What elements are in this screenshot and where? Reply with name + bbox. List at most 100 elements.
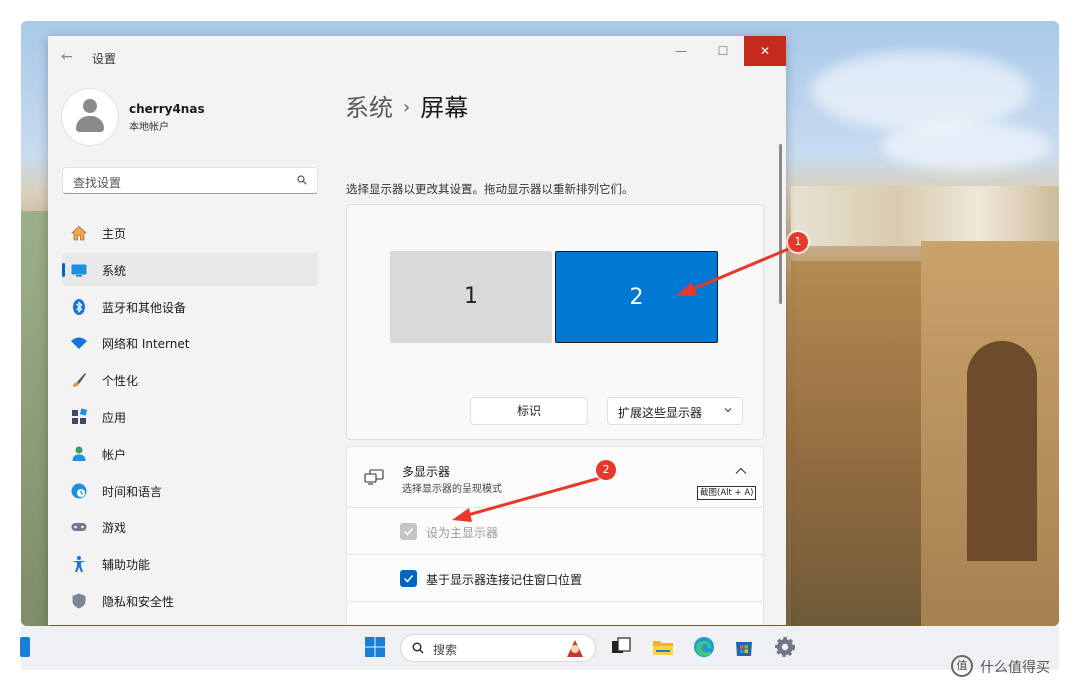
- search-icon: [297, 175, 307, 185]
- wifi-icon: [71, 337, 87, 350]
- brush-icon: [73, 373, 86, 388]
- user-profile[interactable]: cherry4nas 本地帐户: [62, 89, 312, 147]
- chevron-up-icon: [735, 467, 747, 474]
- search-placeholder: 查找设置: [73, 176, 122, 190]
- taskbar-search-label: 搜索: [433, 643, 458, 657]
- multi-display-subtitle: 选择显示器的呈现模式: [402, 484, 502, 495]
- bridge-arch: [967, 341, 1037, 561]
- sidebar-item-accessibility[interactable]: 辅助功能: [62, 547, 318, 580]
- primary-display-label: 设为主显示器: [426, 526, 499, 540]
- extend-displays-dropdown[interactable]: 扩展这些显示器: [607, 397, 743, 425]
- monitor-1[interactable]: 1: [390, 251, 552, 343]
- sidebar-item-label: 辅助功能: [102, 558, 151, 573]
- multiple-monitors-icon: [364, 469, 384, 485]
- search-highlight-icon: [567, 640, 583, 657]
- taskbar-search[interactable]: 搜索: [400, 634, 596, 662]
- left-landscape: [21, 211, 51, 626]
- multi-display-header[interactable]: 多显示器 选择显示器的呈现模式 截图(Alt + A): [346, 446, 764, 508]
- chevron-down-icon: [724, 408, 732, 413]
- sidebar-item-personalization[interactable]: 个性化: [62, 363, 318, 396]
- account-type: 本地帐户: [129, 122, 169, 133]
- extend-displays-label: 扩展这些显示器: [618, 406, 703, 420]
- sidebar-nav: 主页 系统 蓝牙和其他设备 网络和 Internet 个性化 应用 帐户 时间和…: [62, 216, 318, 621]
- sidebar-item-apps[interactable]: 应用: [62, 400, 318, 433]
- option-row: 设为主显示器: [346, 508, 764, 555]
- gamepad-icon: [71, 523, 87, 532]
- monitor-2[interactable]: 2: [555, 251, 718, 343]
- clock-globe-icon: [71, 483, 87, 499]
- multi-display-section: 多显示器 选择显示器的呈现模式 截图(Alt + A) 设为主显示器 基于显示器…: [346, 446, 764, 625]
- breadcrumb-separator: ›: [403, 97, 411, 118]
- person-icon: [72, 446, 86, 461]
- screenshot-shortcut-tooltip: 截图(Alt + A): [697, 486, 757, 500]
- close-button[interactable]: ✕: [744, 36, 786, 66]
- app-title: 设置: [92, 52, 117, 66]
- display-description: 选择显示器以更改其设置。拖动显示器以重新排列它们。: [346, 182, 634, 196]
- sidebar-item-label: 主页: [102, 227, 127, 241]
- user-name: cherry4nas: [129, 102, 205, 116]
- remember-window-location-checkbox[interactable]: [400, 570, 417, 587]
- monitor-icon: [71, 264, 87, 277]
- bluetooth-icon: [73, 298, 85, 315]
- avatar: [62, 89, 118, 145]
- settings-gear-icon[interactable]: [773, 635, 797, 659]
- cloud: [811, 51, 1031, 131]
- option-row-partial: [346, 602, 764, 625]
- edge-browser-icon[interactable]: [692, 635, 716, 659]
- watermark-text: 什么值得买: [980, 660, 1050, 676]
- screenshot-frame: ← 设置 — ☐ ✕ cherry4nas 本地帐户 查找设置 主页 系统 蓝牙…: [21, 21, 1059, 626]
- accessibility-icon: [72, 556, 86, 573]
- sidebar-item-label: 网络和 Internet: [102, 337, 190, 352]
- watermark-logo: 值: [951, 655, 973, 677]
- remember-window-location-label: 基于显示器连接记住窗口位置: [426, 573, 583, 587]
- file-explorer-icon[interactable]: [651, 635, 675, 659]
- sidebar-item-time-language[interactable]: 时间和语言: [62, 474, 318, 507]
- sidebar-item-label: 系统: [102, 263, 127, 278]
- search-icon: [412, 642, 424, 654]
- breadcrumb-parent[interactable]: 系统: [345, 94, 393, 122]
- sidebar-item-bluetooth[interactable]: 蓝牙和其他设备: [62, 290, 318, 323]
- checkmark-icon: [403, 575, 414, 583]
- title-bar: ← 设置 — ☐ ✕: [48, 36, 786, 78]
- sidebar-item-gaming[interactable]: 游戏: [62, 510, 318, 543]
- minimize-button[interactable]: —: [660, 36, 702, 66]
- checkmark-icon: [403, 528, 414, 536]
- avatar-body: [76, 116, 104, 132]
- sidebar-item-network[interactable]: 网络和 Internet: [62, 326, 318, 359]
- home-icon: [71, 226, 87, 241]
- sidebar-item-label: 应用: [102, 410, 127, 425]
- taskbar-left-edge[interactable]: [20, 637, 30, 657]
- active-indicator: [62, 262, 65, 277]
- cloud: [881, 121, 1051, 171]
- sidebar-item-system[interactable]: 系统: [62, 252, 318, 286]
- task-view-icon[interactable]: [609, 635, 633, 659]
- sidebar-item-label: 蓝牙和其他设备: [102, 300, 187, 315]
- maximize-button[interactable]: ☐: [702, 36, 744, 66]
- annotation-badge-2: 2: [596, 460, 616, 480]
- settings-window: ← 设置 — ☐ ✕ cherry4nas 本地帐户 查找设置 主页 系统 蓝牙…: [48, 36, 786, 625]
- sidebar-item-privacy[interactable]: 隐私和安全性: [62, 584, 318, 617]
- sidebar-item-accounts[interactable]: 帐户: [62, 437, 318, 470]
- page-title: 屏幕: [420, 94, 469, 122]
- annotation-badge-1: 1: [788, 232, 808, 252]
- sidebar-item-label: 个性化: [102, 374, 139, 389]
- shield-icon: [72, 593, 86, 609]
- identify-button[interactable]: 标识: [470, 397, 588, 425]
- sidebar-item-home[interactable]: 主页: [62, 216, 318, 249]
- scrollbar[interactable]: [779, 144, 782, 304]
- store-icon[interactable]: [732, 635, 756, 659]
- apps-icon: [72, 408, 88, 424]
- sidebar-item-label: 游戏: [102, 521, 127, 536]
- town-houses: [791, 186, 1059, 246]
- start-icon[interactable]: [363, 635, 387, 659]
- search-input[interactable]: 查找设置: [62, 167, 318, 194]
- avatar-head: [83, 99, 97, 113]
- sidebar-item-label: 时间和语言: [102, 484, 163, 499]
- multi-display-title: 多显示器: [402, 465, 451, 479]
- sidebar-item-label: 隐私和安全性: [102, 594, 175, 609]
- back-button[interactable]: ←: [61, 49, 79, 65]
- primary-display-checkbox[interactable]: [400, 523, 417, 540]
- display-arrangement: 1 2 标识 扩展这些显示器: [346, 204, 764, 440]
- option-row: 基于显示器连接记住窗口位置: [346, 555, 764, 602]
- sidebar-item-label: 帐户: [102, 447, 127, 462]
